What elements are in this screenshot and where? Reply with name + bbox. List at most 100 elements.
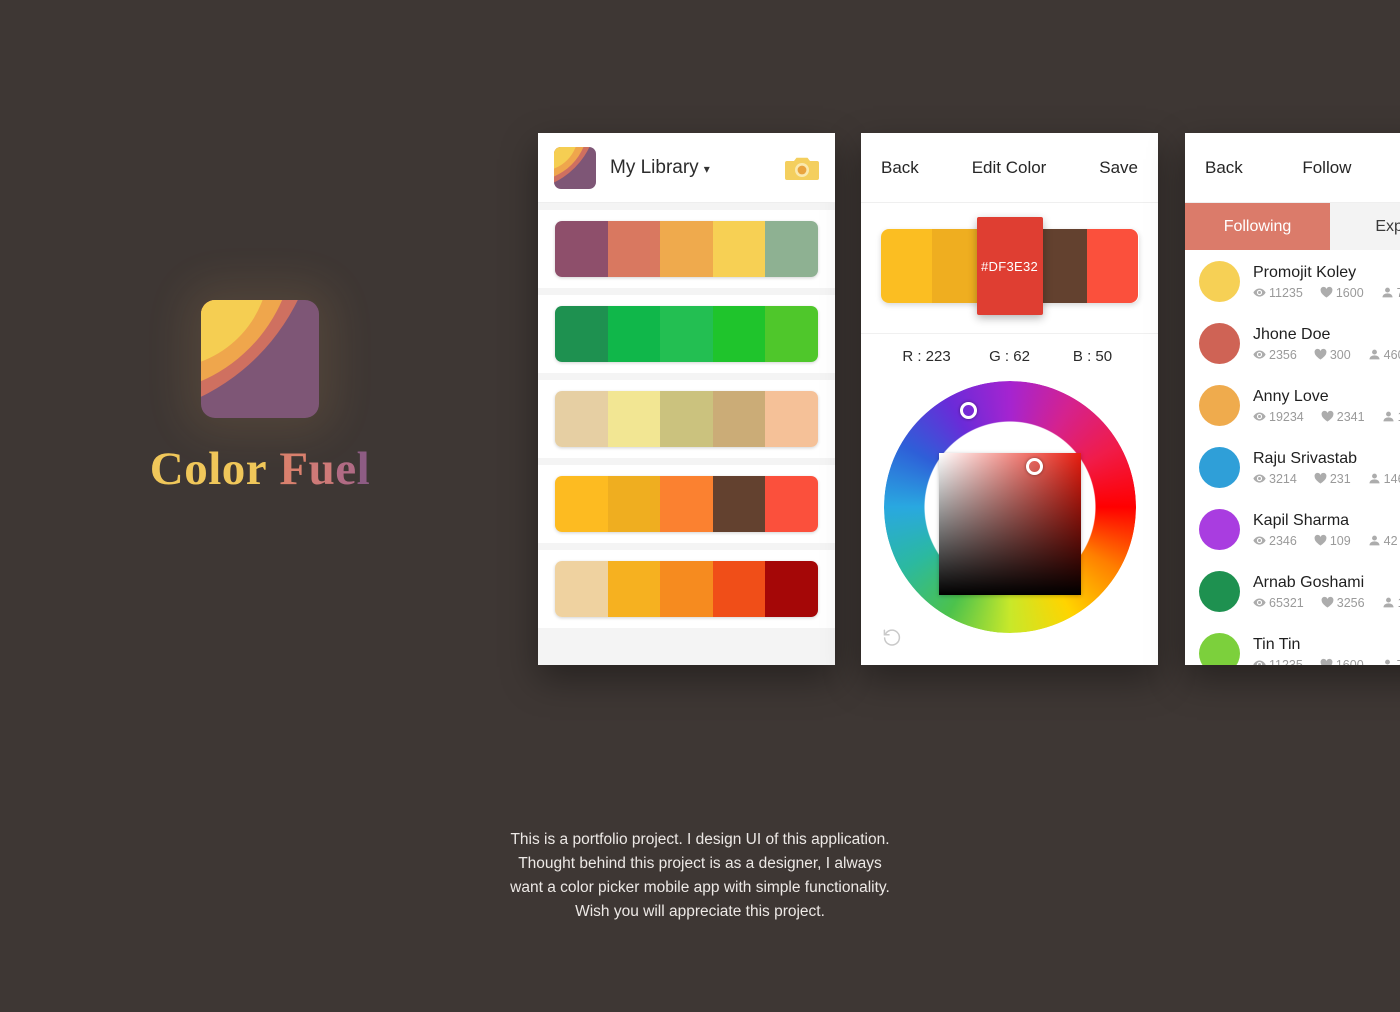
page-title: Edit Color (971, 157, 1047, 177)
followers-stat: 765 (1381, 286, 1400, 300)
palette-color-5-3[interactable] (660, 561, 713, 617)
views-stat: 2356 (1253, 348, 1297, 362)
back-button[interactable]: Back (881, 158, 919, 178)
avatar[interactable] (1199, 384, 1240, 426)
list-item[interactable] (538, 380, 835, 458)
list-item[interactable]: Promojit Koley 11235 1600 765 (1185, 250, 1400, 312)
palette-color-3-4[interactable] (712, 391, 766, 447)
palette-color-2-1[interactable] (555, 306, 608, 362)
follow-tabs[interactable]: Following Explore (1185, 203, 1400, 250)
edit-color-4[interactable] (1035, 229, 1087, 303)
followers-stat: 146 (1368, 472, 1400, 486)
likes-stat: 1600 (1320, 658, 1364, 665)
user-name: Jhone Doe (1253, 325, 1331, 343)
palette-swatch-3[interactable] (555, 391, 818, 447)
tab-following[interactable]: Following (1185, 203, 1330, 250)
tab-explore[interactable]: Explore (1330, 203, 1400, 250)
save-button[interactable]: Save (1099, 158, 1138, 178)
caption-line-1: This is a portfolio project. I design UI… (510, 831, 890, 848)
user-info: Raju Srivastab 3214 231 146 (1253, 449, 1400, 486)
likes-count: 1600 (1335, 285, 1364, 300)
user-info: Arnab Goshami 65321 3256 1265 (1253, 573, 1400, 610)
reset-icon[interactable] (881, 626, 903, 653)
selected-color-chip[interactable]: #DF3E32 (976, 217, 1043, 315)
likes-stat: 109 (1314, 534, 1351, 548)
edit-color-5[interactable] (1086, 229, 1139, 303)
palette-color-3-1[interactable] (555, 391, 608, 447)
saturation-value-handle-icon[interactable] (1026, 458, 1043, 475)
list-item[interactable] (538, 295, 835, 373)
palette-color-1-3[interactable] (660, 221, 713, 277)
palette-list[interactable] (538, 203, 835, 665)
back-button[interactable]: Back (1205, 158, 1243, 178)
camera-icon[interactable] (785, 154, 819, 182)
palette-color-2-5[interactable] (765, 306, 818, 362)
palette-color-5-4[interactable] (712, 561, 766, 617)
user-name: Raju Srivastab (1253, 449, 1358, 467)
palette-color-3-5[interactable] (765, 391, 818, 447)
avatar[interactable] (1199, 508, 1240, 550)
followers-count: 765 (1397, 286, 1400, 300)
followers-count: 42 (1383, 533, 1398, 548)
list-item[interactable] (538, 550, 835, 628)
avatar[interactable] (1199, 260, 1240, 302)
palette-swatch-5[interactable] (555, 561, 818, 617)
saturation-value-square[interactable] (938, 453, 1081, 595)
palette-color-4-1[interactable] (555, 476, 608, 532)
user-stats: 3214 231 146 (1253, 472, 1400, 486)
palette-swatch-2[interactable] (555, 306, 818, 362)
views-count: 11235 (1269, 285, 1303, 300)
palette-color-5-5[interactable] (765, 561, 818, 617)
avatar[interactable] (1199, 632, 1240, 665)
avatar[interactable] (1199, 570, 1240, 612)
followers-count: 765 (1397, 658, 1400, 666)
palette-color-3-2[interactable] (607, 391, 661, 447)
palette-color-1-5[interactable] (765, 221, 818, 277)
user-name: Anny Love (1253, 387, 1329, 405)
palette-color-1-2[interactable] (607, 221, 661, 277)
palette-color-5-2[interactable] (607, 561, 661, 617)
palette-swatch-4[interactable] (555, 476, 818, 532)
views-count: 3214 (1269, 471, 1297, 486)
avatar[interactable] (1199, 322, 1240, 364)
list-item[interactable]: Tin Tin 11235 1600 765 (1185, 622, 1400, 665)
palette-color-4-3[interactable] (660, 476, 713, 532)
palette-color-4-2[interactable] (607, 476, 661, 532)
palette-swatch-1[interactable] (555, 221, 818, 277)
following-user-list[interactable]: Promojit Koley 11235 1600 765 Jhone Doe 2356 3… (1185, 250, 1400, 665)
views-stat: 11235 (1253, 658, 1303, 665)
edit-color-1[interactable] (880, 229, 933, 303)
palette-color-5-1[interactable] (555, 561, 608, 617)
palette-color-1-1[interactable] (555, 221, 608, 277)
likes-count: 300 (1329, 347, 1351, 362)
views-count: 2346 (1269, 533, 1297, 548)
likes-stat: 300 (1314, 348, 1351, 362)
chevron-down-icon: ▾ (703, 161, 710, 176)
list-item[interactable]: Anny Love 19234 2341 100 (1185, 374, 1400, 436)
list-item[interactable]: Raju Srivastab 3214 231 146 (1185, 436, 1400, 498)
color-picker-area[interactable] (861, 375, 1158, 665)
list-item[interactable]: Arnab Goshami 65321 3256 1265 (1185, 560, 1400, 622)
user-stats: 19234 2341 100 (1253, 410, 1400, 424)
brand-letter-u: u (308, 443, 336, 495)
user-name: Promojit Koley (1253, 263, 1357, 281)
palette-color-1-4[interactable] (712, 221, 766, 277)
list-item[interactable] (538, 465, 835, 543)
list-item[interactable]: Jhone Doe 2356 300 460 (1185, 312, 1400, 374)
list-item[interactable] (538, 210, 835, 288)
library-title-dropdown[interactable]: My Library ▾ (610, 157, 710, 179)
palette-color-3-3[interactable] (660, 391, 713, 447)
palette-color-2-2[interactable] (607, 306, 661, 362)
palette-color-2-3[interactable] (660, 306, 713, 362)
app-logo-icon (554, 146, 596, 189)
palette-color-2-4[interactable] (712, 306, 766, 362)
green-value: G : 62 (989, 348, 1030, 365)
hue-handle-icon[interactable] (960, 402, 977, 419)
palette-color-4-5[interactable] (765, 476, 818, 532)
list-item[interactable]: Kapil Sharma 2346 109 42 (1185, 498, 1400, 560)
views-stat: 3214 (1253, 472, 1297, 486)
user-stats: 11235 1600 765 (1253, 286, 1400, 300)
avatar[interactable] (1199, 446, 1240, 488)
palette-color-4-4[interactable] (712, 476, 766, 532)
views-stat: 2346 (1253, 534, 1297, 548)
